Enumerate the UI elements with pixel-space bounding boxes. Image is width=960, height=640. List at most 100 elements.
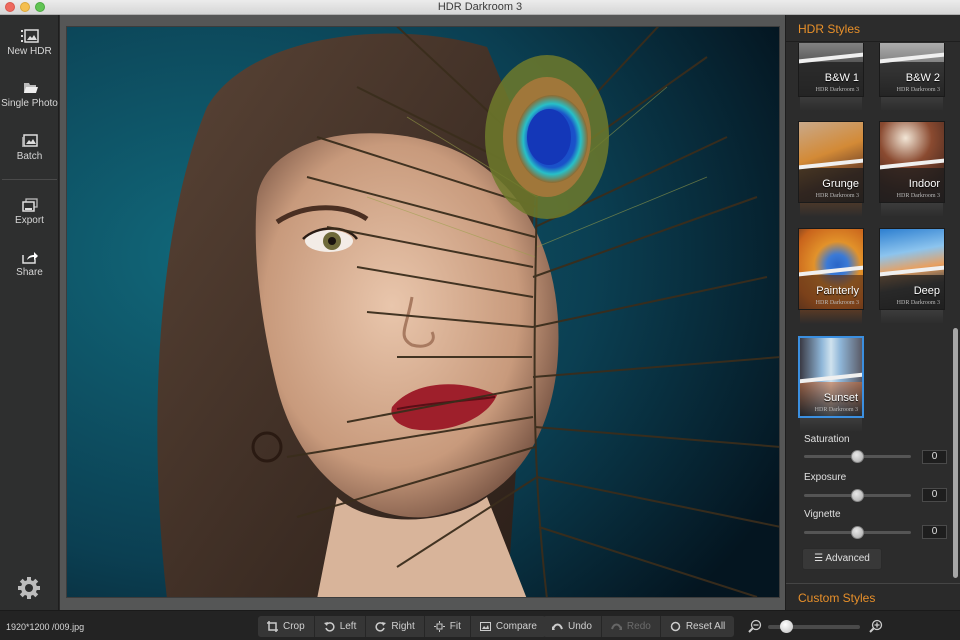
title-bar: HDR Darkroom 3 [0, 0, 960, 15]
style-sublabel: HDR Darkroom 3 [814, 407, 858, 413]
undo-button[interactable]: Undo [543, 616, 602, 637]
style-card-painterly[interactable]: Painterly HDR Darkroom 3 [798, 228, 864, 324]
hdr-styles-heading[interactable]: HDR Styles [786, 15, 960, 42]
sidebar-label: Export [15, 215, 44, 226]
style-sublabel: HDR Darkroom 3 [815, 87, 859, 93]
advanced-button[interactable]: ☰ Advanced [802, 548, 882, 570]
sidebar-item-single-photo[interactable]: Single Photo [0, 81, 59, 129]
style-thumbnail: Indoor HDR Darkroom 3 [879, 121, 945, 203]
file-info: 1920*1200 /009.jpg [6, 622, 85, 632]
exposure-slider-handle[interactable] [851, 489, 864, 502]
history-group: Undo Redo Reset All [543, 616, 735, 637]
batch-icon [21, 134, 38, 147]
exposure-value-field[interactable]: 0 [922, 488, 947, 502]
redo-icon [610, 623, 622, 630]
compare-icon [479, 622, 491, 631]
new-hdr-icon [20, 29, 39, 43]
style-card-deep[interactable]: Deep HDR Darkroom 3 [879, 228, 945, 324]
saturation-slider-handle[interactable] [851, 450, 864, 463]
custom-styles-heading[interactable]: Custom Styles [786, 583, 960, 610]
zoom-slider-handle[interactable] [779, 620, 793, 633]
export-icon [21, 198, 38, 212]
rotate-right-button[interactable]: Right [366, 616, 425, 637]
canvas-area [60, 15, 785, 610]
style-card-grunge[interactable]: Grunge HDR Darkroom 3 [798, 121, 864, 217]
saturation-slider[interactable] [804, 450, 911, 463]
vignette-slider[interactable] [804, 526, 911, 539]
style-thumbnail: B&W 1 HDR Darkroom 3 [798, 43, 864, 97]
zoom-in-icon[interactable] [869, 619, 883, 633]
style-sublabel: HDR Darkroom 3 [896, 300, 940, 306]
edit-tools-group: Crop Left Right Fit Compare [258, 616, 546, 637]
sidebar-divider [2, 179, 57, 180]
saturation-label: Saturation [804, 434, 850, 445]
crop-icon [267, 621, 278, 632]
sidebar-label: New HDR [7, 46, 52, 57]
redo-label: Redo [626, 621, 651, 632]
gear-icon[interactable] [16, 575, 42, 601]
rotate-left-icon [323, 622, 335, 632]
vignette-slider-handle[interactable] [851, 526, 864, 539]
styles-list: B&W 1 HDR Darkroom 3 B&W 2 HDR Darkroom … [786, 43, 960, 583]
style-label: Painterly [816, 285, 859, 297]
fit-label: Fit [449, 621, 461, 632]
saturation-value-field[interactable]: 0 [922, 450, 947, 464]
bottom-toolbar: 1920*1200 /009.jpg Crop Left Right Fit C… [0, 610, 960, 640]
style-sublabel: HDR Darkroom 3 [815, 300, 859, 306]
compare-button[interactable]: Compare [470, 616, 546, 637]
undo-label: Undo [568, 621, 592, 632]
photo-preview[interactable] [66, 26, 780, 598]
rotate-left-button[interactable]: Left [314, 616, 367, 637]
share-icon [21, 252, 38, 264]
styles-scrollbar[interactable] [953, 328, 958, 578]
style-label: Indoor [908, 178, 940, 190]
zoom-slider[interactable] [768, 620, 860, 633]
zoom-out-icon[interactable] [748, 619, 762, 633]
rotate-right-label: Right [391, 621, 415, 632]
list-icon: ☰ [814, 553, 824, 564]
sidebar-item-export[interactable]: Export [0, 198, 59, 246]
left-sidebar: New HDR Single Photo Batch Export Share [0, 15, 59, 610]
style-card-indoor[interactable]: Indoor HDR Darkroom 3 [879, 121, 945, 217]
sidebar-item-share[interactable]: Share [0, 250, 59, 298]
fit-button[interactable]: Fit [424, 616, 471, 637]
folder-open-icon [23, 83, 38, 93]
style-card-sunset[interactable]: Sunset HDR Darkroom 3 [798, 336, 864, 432]
portrait-photo [67, 27, 779, 597]
style-thumbnail: Painterly HDR Darkroom 3 [798, 228, 864, 310]
reset-icon [670, 621, 681, 632]
style-label: Deep [913, 285, 940, 297]
style-thumbnail: Deep HDR Darkroom 3 [879, 228, 945, 310]
style-sublabel: HDR Darkroom 3 [815, 193, 859, 199]
window-title: HDR Darkroom 3 [437, 1, 523, 13]
sidebar-label: Batch [16, 151, 43, 162]
reset-all-label: Reset All [685, 621, 726, 632]
style-thumbnail: Grunge HDR Darkroom 3 [798, 121, 864, 203]
redo-button[interactable]: Redo [601, 616, 661, 637]
crop-button[interactable]: Crop [258, 616, 315, 637]
style-label: B&W 1 [824, 72, 859, 84]
reset-all-button[interactable]: Reset All [660, 616, 735, 637]
style-card-bw2[interactable]: B&W 2 HDR Darkroom 3 [879, 43, 945, 111]
style-sublabel: HDR Darkroom 3 [896, 193, 940, 199]
exposure-label: Exposure [804, 472, 847, 483]
sidebar-label: Share [16, 267, 43, 278]
rotate-left-label: Left [339, 621, 357, 632]
vignette-value-field[interactable]: 0 [922, 525, 947, 539]
fit-icon [433, 621, 445, 632]
style-label: B&W 2 [905, 72, 940, 84]
style-card-bw1[interactable]: B&W 1 HDR Darkroom 3 [798, 43, 864, 111]
right-panel: HDR Styles B&W 1 HDR Darkroom 3 B&W 2 HD… [785, 15, 960, 610]
exposure-slider[interactable] [804, 489, 911, 502]
style-label: Sunset [823, 392, 858, 404]
style-label: Grunge [822, 178, 859, 190]
style-sublabel: HDR Darkroom 3 [896, 87, 940, 93]
sidebar-item-new-hdr[interactable]: New HDR [0, 29, 59, 77]
style-thumbnail: Sunset HDR Darkroom 3 [798, 336, 864, 418]
undo-icon [552, 623, 563, 630]
advanced-label: Advanced [825, 553, 870, 564]
crop-label: Crop [283, 621, 305, 632]
style-thumbnail: B&W 2 HDR Darkroom 3 [879, 43, 945, 97]
sidebar-item-batch[interactable]: Batch [0, 134, 59, 182]
sidebar-label: Single Photo [1, 98, 58, 109]
